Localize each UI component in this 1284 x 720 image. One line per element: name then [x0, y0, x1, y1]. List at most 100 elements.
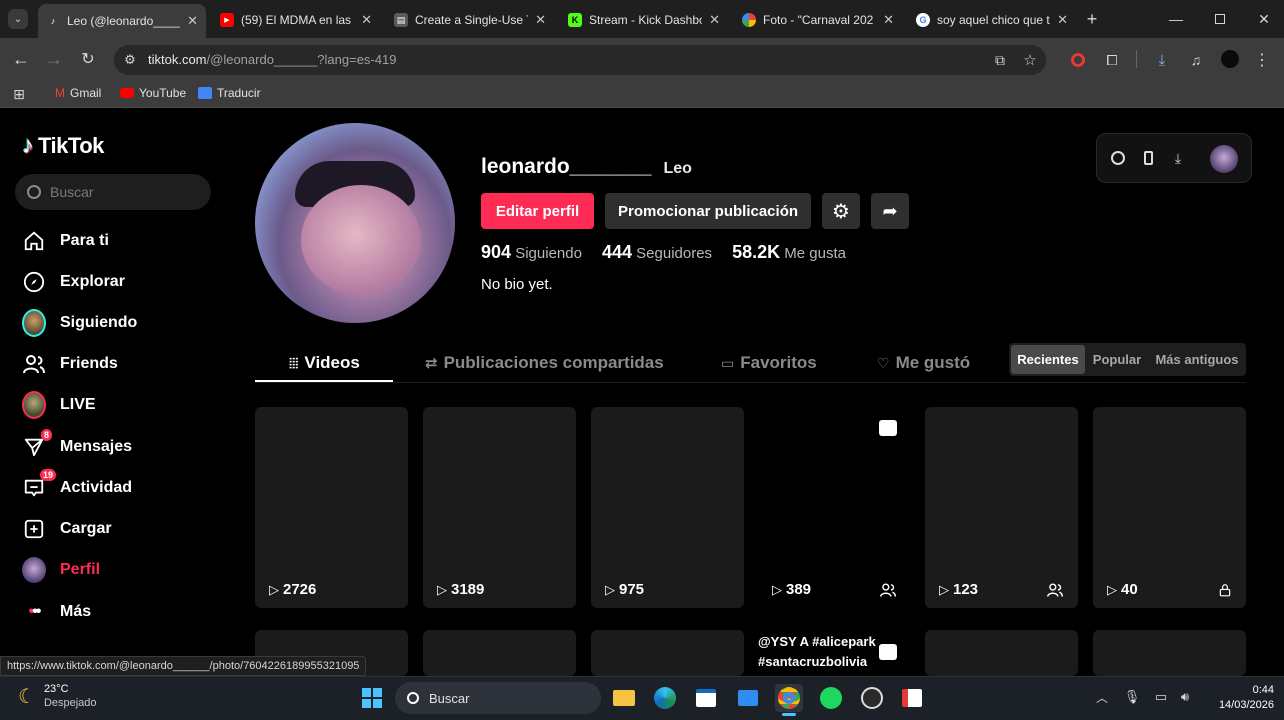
downloads-icon[interactable]: ⤓ — [1152, 50, 1172, 70]
tab-youtube[interactable]: ▶ (59) El MDMA en las ✕ — [212, 6, 380, 34]
tab-google-photos[interactable]: Foto - "Carnaval 202 ✕ — [734, 6, 902, 34]
stat-value: 444 — [601, 242, 632, 262]
sort-popular[interactable]: Popular — [1089, 345, 1145, 374]
sidebar-item-actividad[interactable]: 19 Actividad — [22, 469, 132, 500]
volume-icon[interactable]: 🔊︎ — [1176, 688, 1194, 706]
chrome-icon[interactable] — [775, 684, 803, 712]
tab-me-gusto[interactable]: ♡ Me gustó — [877, 352, 970, 374]
sidebar-item-siguiendo[interactable]: Siguiendo — [22, 309, 137, 337]
activity-badge: 19 — [39, 469, 56, 481]
show-hidden-icons-icon[interactable]: ︿ — [1094, 688, 1110, 706]
maximize-window-icon[interactable] — [1210, 9, 1230, 29]
tiktok-logo[interactable]: ♪ TikTok — [22, 132, 104, 160]
photo-card[interactable]: ▷ 389 — [758, 407, 911, 608]
tab-publicaciones-compartidas[interactable]: ⇄ Publicaciones compartidas — [425, 352, 664, 374]
sidebar-item-perfil[interactable]: Perfil — [22, 557, 100, 583]
sidebar-item-para-ti[interactable]: Para ti — [22, 229, 109, 253]
clock[interactable]: 0:44 14/03/2026 — [1200, 683, 1274, 713]
edit-profile-button[interactable]: Editar perfil — [481, 193, 594, 229]
video-card[interactable] — [1093, 630, 1246, 676]
tab-kick-dashboard[interactable]: K Stream - Kick Dashbo ✕ — [560, 6, 728, 34]
store-icon[interactable] — [692, 684, 720, 712]
microphone-icon[interactable]: 🎙︎ — [1124, 688, 1141, 706]
video-card[interactable] — [423, 630, 576, 676]
close-tab-icon[interactable]: ✕ — [883, 12, 894, 28]
tab-favoritos[interactable]: ▭ Favoritos — [721, 352, 817, 374]
tab-leo-profile[interactable]: ♪ Leo (@leonardo____ ✕ — [38, 4, 206, 38]
network-icon[interactable]: ▭ — [1152, 688, 1170, 706]
close-tab-icon[interactable]: ✕ — [709, 12, 720, 28]
video-card[interactable]: ▷ 123 — [925, 407, 1078, 608]
stat-likes: 58.2K Me gusta — [732, 242, 846, 263]
windows-start-icon[interactable] — [358, 684, 386, 712]
app-red-icon[interactable] — [898, 684, 926, 712]
bookmark-star-icon[interactable]: ☆ — [1020, 50, 1040, 70]
minimize-window-icon[interactable]: — — [1166, 9, 1186, 29]
video-card[interactable]: ▷ 975 — [591, 407, 744, 608]
install-app-icon[interactable]: ⧉ — [990, 50, 1010, 70]
stat-following[interactable]: 904 Siguiendo — [481, 242, 582, 263]
edge-icon[interactable] — [651, 684, 679, 712]
close-tab-icon[interactable]: ✕ — [535, 12, 546, 28]
sidebar-item-cargar[interactable]: Cargar — [22, 517, 112, 541]
share-profile-button[interactable]: ➦ — [871, 193, 909, 229]
stat-followers[interactable]: 444 Seguidores — [602, 242, 712, 263]
address-url[interactable]: tiktok.com/@leonardo______?lang=es-419 — [148, 52, 396, 67]
file-explorer-icon[interactable] — [610, 684, 638, 712]
bookmark-icon: ▭ — [721, 354, 735, 371]
close-tab-icon[interactable]: ✕ — [1057, 12, 1068, 28]
tab-google-search[interactable]: G soy aquel chico que t ✕ — [908, 6, 1076, 34]
bookmark-youtube[interactable]: YouTube — [120, 86, 186, 100]
weather-temp: 23°C — [43, 683, 69, 695]
tab-create-single-use[interactable]: ▤ Create a Single-Use T ✕ — [386, 6, 554, 34]
video-card[interactable]: ▷ 40 — [1093, 407, 1246, 608]
video-card[interactable] — [925, 630, 1078, 676]
bookmark-traducir[interactable]: Traducir — [198, 86, 261, 100]
media-control-icon[interactable]: ♫ — [1186, 50, 1206, 70]
sidebar-item-mas[interactable]: • •• Más — [22, 600, 92, 624]
apps-grid-icon[interactable]: ⊞ — [10, 85, 28, 103]
new-tab-icon[interactable]: + — [1082, 9, 1102, 29]
promote-post-button[interactable]: Promocionar publicación — [605, 193, 811, 229]
close-tab-icon[interactable]: ✕ — [361, 12, 372, 28]
search-icon — [27, 185, 41, 199]
search-placeholder: Buscar — [50, 184, 94, 200]
sidebar-item-friends[interactable]: Friends — [22, 352, 118, 376]
coin-icon[interactable] — [1108, 148, 1128, 168]
spotify-icon[interactable] — [817, 684, 845, 712]
mail-icon[interactable] — [734, 684, 762, 712]
profile-avatar-icon[interactable] — [1221, 50, 1239, 68]
youtube-favicon-icon: ▶ — [220, 13, 234, 27]
sort-recientes[interactable]: Recientes — [1011, 345, 1085, 374]
site-settings-icon[interactable]: ⚙ — [120, 50, 140, 70]
obs-icon[interactable] — [858, 684, 886, 712]
video-card[interactable]: ▷ 3189 — [423, 407, 576, 608]
video-card[interactable]: ▷ 2726 — [255, 407, 408, 608]
bookmark-gmail[interactable]: M Gmail — [55, 86, 101, 100]
tab-search-icon[interactable]: ⌄ — [8, 9, 28, 29]
sidebar-item-live[interactable]: LIVE — [22, 391, 96, 419]
sidebar-search[interactable]: Buscar — [15, 174, 211, 210]
back-icon[interactable]: ← — [10, 48, 32, 70]
tab-videos[interactable]: ⦙⦙⦙ Videos — [289, 352, 360, 374]
close-window-icon[interactable]: ✕ — [1254, 9, 1274, 29]
avatar-face — [301, 185, 421, 295]
account-avatar[interactable] — [1210, 145, 1238, 173]
weather-widget[interactable]: ☾ 23°C Despejado — [18, 682, 97, 710]
download-icon[interactable]: ⤓ — [1168, 148, 1188, 168]
sidebar-item-explorar[interactable]: Explorar — [22, 270, 125, 294]
sidebar-item-mensajes[interactable]: 8 Mensajes — [22, 429, 132, 459]
mobile-icon[interactable] — [1138, 148, 1158, 168]
profile-avatar[interactable] — [255, 123, 455, 323]
video-card[interactable] — [591, 630, 744, 676]
photo-card[interactable]: @YSY A #alicepark #santacruzbolivia — [758, 630, 911, 676]
sort-mas-antiguos[interactable]: Más antiguos — [1150, 345, 1244, 374]
extension-red-icon[interactable] — [1068, 50, 1088, 70]
forward-icon[interactable]: → — [43, 48, 65, 70]
close-tab-icon[interactable]: ✕ — [187, 13, 198, 29]
extensions-puzzle-icon[interactable]: ⧠ — [1102, 50, 1122, 70]
reload-icon[interactable]: ↻ — [77, 48, 99, 70]
taskbar-search[interactable]: Buscar — [395, 682, 601, 714]
chrome-menu-icon[interactable]: ⋮ — [1252, 50, 1272, 70]
settings-button[interactable]: ⚙ — [822, 193, 860, 229]
